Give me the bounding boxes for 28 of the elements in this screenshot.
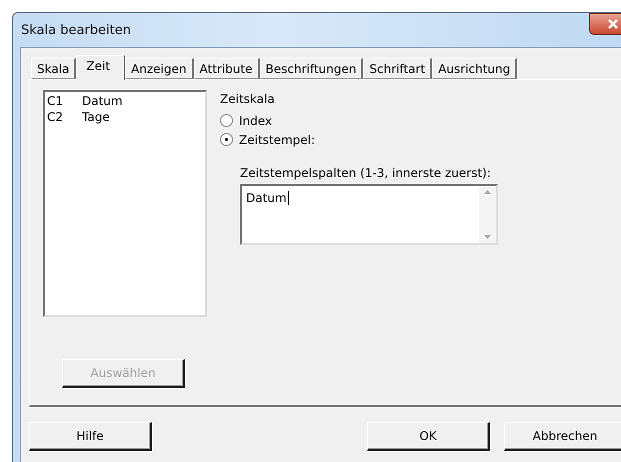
radio-button[interactable]: [220, 114, 233, 127]
radio-button[interactable]: [220, 133, 233, 146]
input-field[interactable]: Datum: [240, 184, 498, 245]
section-label: Zeitskala: [220, 91, 276, 107]
field-value: Datum: [245, 190, 290, 207]
column-name: Datum: [82, 93, 123, 109]
field-label: Zeitstempelspalten (1-3, innerste zuerst):: [240, 165, 492, 181]
tab[interactable]: Attribute: [194, 58, 260, 79]
tab[interactable]: Schriftart: [363, 58, 432, 79]
column-list[interactable]: C1 Datum C2 Tage: [43, 90, 207, 317]
scrollbar[interactable]: [479, 186, 496, 243]
radio-label: Zeitstempel:: [239, 132, 316, 146]
down-arrow-icon: [484, 235, 491, 239]
help-button[interactable]: Hilfe: [29, 422, 152, 451]
tab[interactable]: Anzeigen: [125, 58, 194, 79]
window-title: Skala bearbeiten: [21, 22, 131, 38]
tab[interactable]: Beschriftungen: [260, 58, 364, 79]
cancel-button[interactable]: Abbrechen: [504, 422, 621, 451]
ok-button[interactable]: OK: [367, 422, 490, 451]
up-arrow-icon: [484, 190, 491, 194]
column-name: Tage: [82, 109, 110, 125]
column-id: C2: [47, 109, 64, 125]
tab[interactable]: Ausrichtung: [432, 58, 518, 79]
column-id: C1: [47, 93, 64, 109]
tab[interactable]: Skala: [31, 58, 76, 79]
radio-label: Index: [239, 114, 272, 128]
close-icon: [607, 19, 619, 29]
tab[interactable]: Zeit: [76, 55, 126, 80]
